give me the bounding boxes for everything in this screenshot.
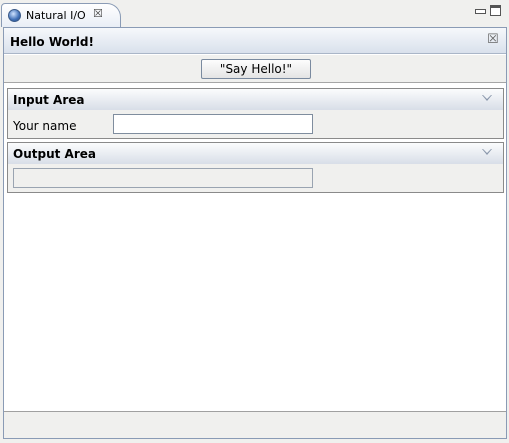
chevron-down-icon[interactable] <box>482 149 492 155</box>
input-area-section: Input Area Your name <box>7 88 504 139</box>
output-area-header[interactable]: Output Area <box>8 143 503 164</box>
maximize-icon[interactable] <box>490 5 501 16</box>
name-label: Your name <box>13 119 77 133</box>
tab-close-icon[interactable]: ☒ <box>93 7 103 20</box>
input-area-title: Input Area <box>13 93 85 107</box>
minimize-icon[interactable] <box>474 5 486 16</box>
form-title: Hello World! <box>10 35 94 49</box>
tab-label: Natural I/O <box>26 9 86 22</box>
chevron-down-icon[interactable] <box>482 95 492 101</box>
say-hello-button[interactable]: "Say Hello!" <box>201 59 311 79</box>
form-header: Hello World! ☒ <box>4 28 506 54</box>
output-area-title: Output Area <box>13 147 96 161</box>
output-area-section: Output Area <box>7 142 504 193</box>
status-bar <box>4 411 506 438</box>
output-field <box>13 168 313 188</box>
view-panel: Hello World! ☒ "Say Hello!" Input Area Y… <box>3 27 507 439</box>
button-bar: "Say Hello!" <box>4 55 506 83</box>
tab-natural-io[interactable]: Natural I/O ☒ <box>1 3 121 27</box>
input-area-header[interactable]: Input Area <box>8 89 503 110</box>
globe-icon <box>8 9 21 22</box>
view-tab-strip: Natural I/O ☒ <box>0 0 509 27</box>
form-close-icon[interactable]: ☒ <box>487 32 499 47</box>
name-input[interactable] <box>113 114 313 134</box>
